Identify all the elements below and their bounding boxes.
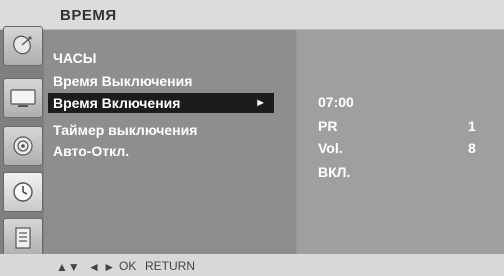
satellite-dish-icon [13,35,32,55]
menu-tab-time[interactable] [3,172,43,212]
menu-item-on-time-label: Время Включения [53,95,181,111]
menu-tab-channel[interactable] [3,26,43,66]
up-down-arrows-icon: ▲▼ [56,260,80,274]
menu-item-on-time[interactable]: Время Включения ► [48,93,274,113]
menu-item-auto-off[interactable]: Авто-Откл. [53,143,129,159]
right-arrow-icon: ► [255,97,266,109]
title-bar: ВРЕМЯ [0,0,504,30]
menu-item-sleep-timer[interactable]: Таймер выключения [53,122,197,138]
menu-tab-options[interactable] [3,218,43,258]
program-label: PR [318,118,338,134]
page-title: ВРЕМЯ [60,7,117,24]
tv-screen-icon [10,89,36,107]
menu-item-clock[interactable]: ЧАСЫ [53,50,96,66]
document-lines-icon [15,227,31,249]
navigation-hint-bar: ▲▼ ◄ ► OK RETURN [0,254,504,276]
on-off-state[interactable]: ВКЛ. [318,164,350,180]
volume-label: Vol. [318,140,343,156]
return-hint: RETURN [145,259,195,273]
left-right-arrows-icon: ◄ ► [88,260,116,274]
on-time-settings-panel: 07:00 PR 1 Vol. 8 ВКЛ. [298,30,504,254]
menu-panel: ЧАСЫ Время Выключения Время Включения ► … [44,30,296,254]
volume-value[interactable]: 8 [468,140,476,156]
menu-icon-column [0,26,44,258]
ok-hint: OK [119,259,137,273]
on-time-value[interactable]: 07:00 [318,94,354,110]
menu-tab-picture[interactable] [3,78,43,118]
speaker-icon [13,136,33,156]
menu-tab-audio[interactable] [3,126,43,166]
menu-item-off-time[interactable]: Время Выключения [53,73,192,89]
program-value[interactable]: 1 [468,118,476,134]
clock-icon [13,182,33,202]
